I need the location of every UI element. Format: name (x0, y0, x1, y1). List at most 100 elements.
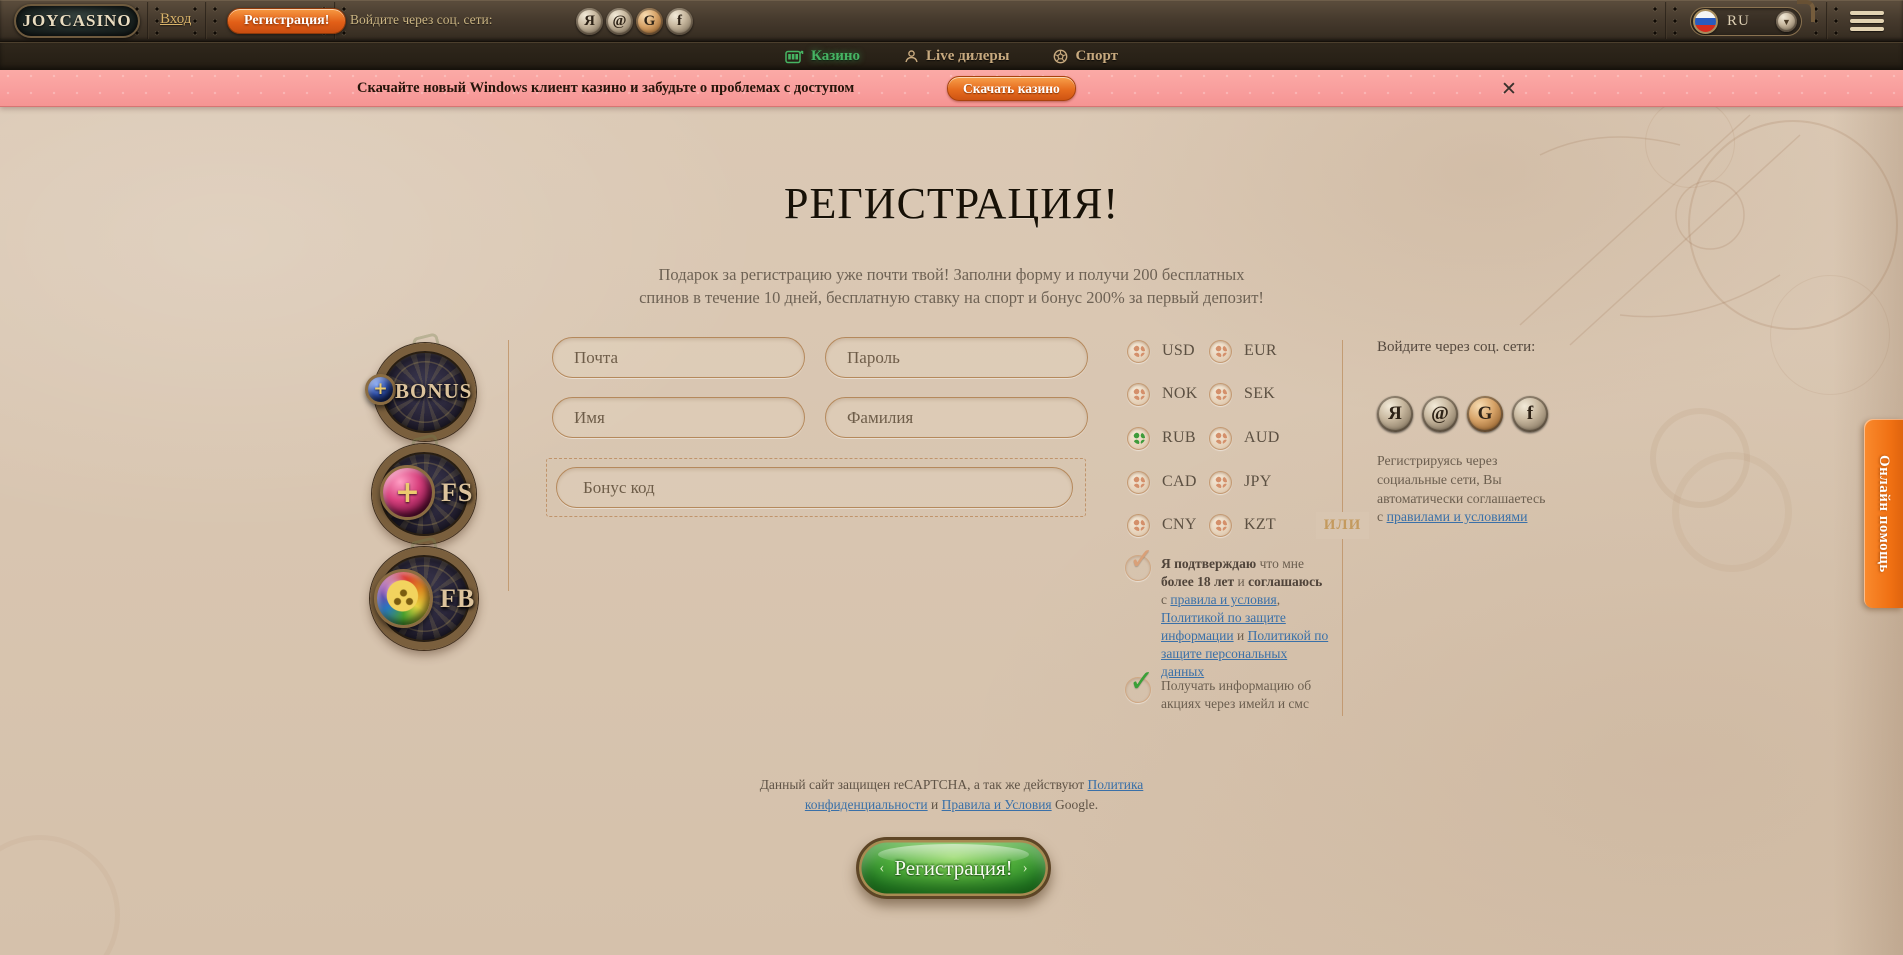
banner-text: Скачайте новый Windows клиент казино и з… (357, 70, 854, 107)
stain-ring-2 (1672, 452, 1792, 572)
bonus-code-field[interactable] (556, 467, 1073, 508)
subtitle-line-2: спинов в течение 10 дней, бесплатную ста… (0, 286, 1903, 309)
login-link[interactable]: Вход (160, 11, 191, 28)
currency-label-jpy[interactable]: JPY (1244, 473, 1291, 491)
yandex-icon[interactable]: Я (576, 8, 603, 35)
currency-radio-cny[interactable] (1127, 514, 1150, 537)
currency-label-sek[interactable]: SEK (1244, 385, 1291, 403)
online-help-tab[interactable]: Онлайн помощь (1864, 419, 1903, 608)
tab-casino[interactable]: Казино (785, 48, 860, 65)
slot-machine-icon (785, 49, 804, 64)
topbar-social-prompt: Войдите через соц. сети: (350, 12, 492, 28)
facebook-icon[interactable]: f (666, 8, 693, 35)
bonus-badge: + BONUS (374, 343, 476, 441)
tab-live-dealers[interactable]: Live дилеры (904, 48, 1009, 65)
joycasino-logo[interactable]: JOYCASINO (14, 4, 140, 38)
currency-radio-nok[interactable] (1127, 383, 1150, 406)
tab-casino-label: Казино (811, 48, 860, 65)
register-top-button[interactable]: Регистрация! (227, 8, 346, 34)
currency-radio-jpy[interactable] (1209, 471, 1232, 494)
language-selector[interactable]: RU ▼ (1690, 7, 1802, 36)
register-submit-button[interactable]: ‹ Регистрация! › (856, 837, 1051, 899)
tab-sport-label: Спорт (1075, 48, 1118, 65)
currency-radio-kzt[interactable] (1209, 514, 1232, 537)
rivet-column (155, 7, 159, 37)
checkmark-icon: ✓ (1129, 667, 1154, 697)
main-nav: Казино Live дилеры Спорт (0, 42, 1903, 70)
last-name-field[interactable] (825, 397, 1088, 438)
rivet-column (1653, 7, 1657, 37)
social-login-icons: Я @ G f (1377, 396, 1548, 432)
form-left-divider (508, 340, 509, 591)
arrow-right-icon: › (1023, 861, 1028, 876)
tab-live-label: Live дилеры (926, 48, 1009, 65)
rivet-column (213, 7, 217, 37)
stain-ring-1 (1650, 408, 1750, 508)
badge-label-bonus: BONUS (395, 379, 472, 404)
currency-radio-usd[interactable] (1127, 340, 1150, 363)
currency-label-usd[interactable]: USD (1162, 342, 1209, 360)
currency-label-aud[interactable]: AUD (1244, 429, 1291, 447)
topbar-seam (1665, 2, 1667, 39)
soccer-ball-icon (1053, 49, 1068, 64)
terms-link[interactable]: правила и условия (1170, 592, 1276, 607)
chevron-down-icon[interactable]: ▼ (1776, 11, 1797, 32)
badge-label-fb: FB (440, 584, 475, 614)
page-subtitle: Подарок за регистрацию уже почти твой! З… (0, 263, 1903, 309)
social-terms-link[interactable]: правилами и условиями (1387, 509, 1528, 524)
top-bar: JOYCASINO Вход Регистрация! Войдите чере… (0, 0, 1903, 42)
freebet-ball-icon (374, 569, 433, 628)
subtitle-line-1: Подарок за регистрацию уже почти твой! З… (0, 263, 1903, 286)
close-icon[interactable]: ✕ (1496, 76, 1522, 102)
facebook-icon[interactable]: f (1512, 396, 1548, 432)
rivet-column (1673, 7, 1677, 37)
page-background: JOYCASINO Вход Регистрация! Войдите чере… (0, 0, 1903, 955)
email-field[interactable] (552, 337, 805, 378)
hamburger-menu-icon[interactable] (1850, 11, 1884, 31)
mailru-icon[interactable]: @ (606, 8, 633, 35)
topbar-seam (147, 2, 149, 39)
currency-radio-eur[interactable] (1209, 340, 1232, 363)
google-icon[interactable]: G (636, 8, 663, 35)
mailru-icon[interactable]: @ (1422, 396, 1458, 432)
currency-label-eur[interactable]: EUR (1244, 342, 1291, 360)
terms-of-service-link[interactable]: Правила и Условия (942, 797, 1052, 812)
freebet-badge: FB (370, 547, 478, 650)
download-casino-button[interactable]: Скачать казино (947, 76, 1076, 101)
currency-label-rub[interactable]: RUB (1162, 429, 1209, 447)
currency-label-cny[interactable]: CNY (1162, 516, 1209, 534)
google-icon[interactable]: G (1467, 396, 1503, 432)
tab-sport[interactable]: Спорт (1053, 48, 1118, 65)
age-terms-checkbox[interactable]: ✓ (1125, 555, 1151, 581)
yandex-icon[interactable]: Я (1377, 396, 1413, 432)
or-label: ИЛИ (1316, 512, 1369, 539)
checkmark-icon: ✓ (1129, 545, 1154, 575)
currency-label-cad[interactable]: CAD (1162, 473, 1209, 491)
agree-bold-confirm: Я подтверждаю (1161, 556, 1256, 571)
social-login-title: Войдите через соц. сети: (1377, 337, 1539, 358)
promo-subscribe-checkbox[interactable]: ✓ (1125, 677, 1151, 703)
currency-label-kzt[interactable]: KZT (1244, 516, 1291, 534)
topbar-seam (205, 2, 207, 39)
language-code: RU (1727, 13, 1750, 30)
badge-label-fs: FS (441, 478, 473, 508)
russian-flag-icon (1693, 9, 1718, 34)
first-name-field[interactable] (552, 397, 805, 438)
online-help-label: Онлайн помощь (1875, 455, 1892, 573)
page-title: РЕГИСТРАЦИЯ! (0, 178, 1903, 229)
currency-radio-aud[interactable] (1209, 427, 1232, 450)
submit-label: Регистрация! (894, 856, 1012, 881)
logo-text: JOYCASINO (22, 11, 131, 31)
rivet-column (193, 7, 197, 37)
currency-radio-sek[interactable] (1209, 383, 1232, 406)
sketch-circle-small (1645, 98, 1735, 188)
arrow-left-icon: ‹ (879, 861, 884, 876)
currency-label-nok[interactable]: NOK (1162, 385, 1209, 403)
password-field[interactable] (825, 337, 1088, 378)
currency-radio-rub-selected[interactable] (1127, 427, 1150, 450)
currency-radio-cad[interactable] (1127, 471, 1150, 494)
promo-subscribe-text: Получать информацию об акциях через имей… (1161, 677, 1337, 713)
topbar-seam (1826, 2, 1828, 39)
age-terms-text: Я подтверждаю что мне более 18 лет и сог… (1161, 555, 1331, 682)
download-banner: Скачайте новый Windows клиент казино и з… (0, 70, 1903, 107)
